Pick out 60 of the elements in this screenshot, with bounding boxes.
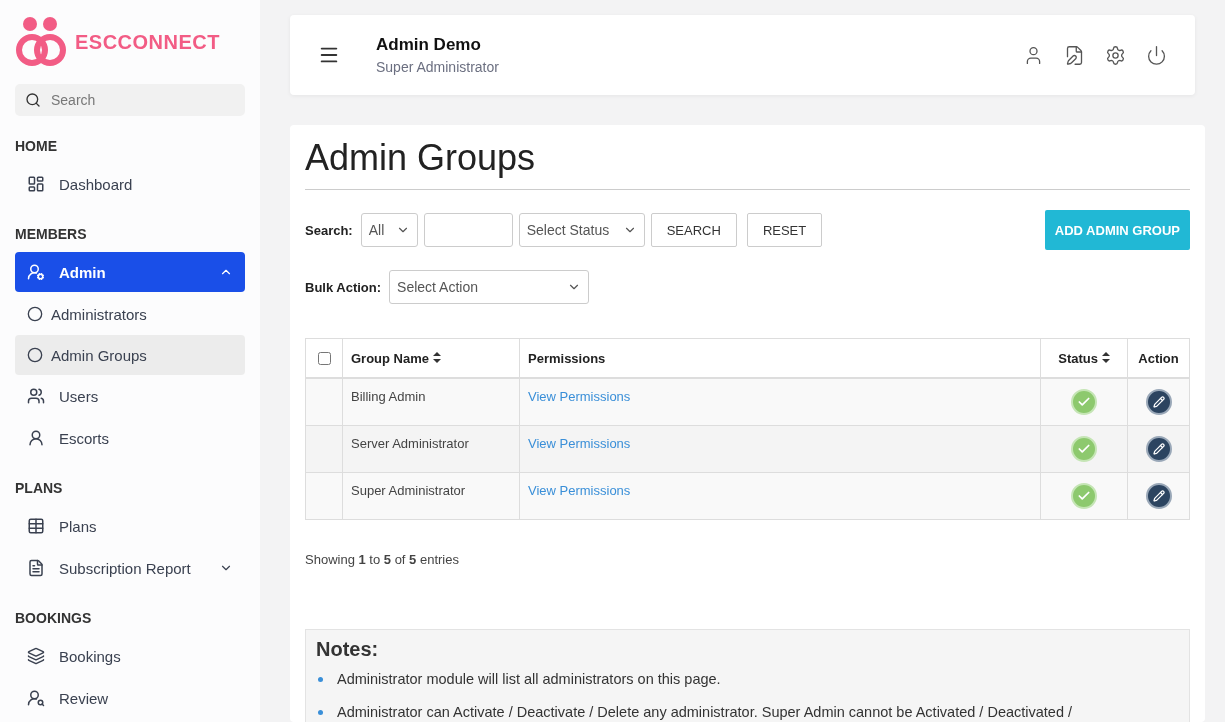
sort-icon[interactable] [1101,351,1110,363]
sidebar-item[interactable]: Admin [15,252,245,292]
table-cell: Server Administrator [342,425,520,473]
check-icon[interactable] [1071,389,1097,415]
layers-icon [27,647,45,665]
edit-icon[interactable] [1145,436,1172,462]
reset-button[interactable]: RESET [746,213,823,247]
search-input[interactable]: Search [49,91,235,109]
sort-icon[interactable] [432,351,441,363]
sidebar-item[interactable]: Review [15,678,245,718]
circle-icon [27,306,43,322]
search-field[interactable]: Search [15,84,245,116]
user-gear-icon [27,263,45,281]
table-icon [27,517,45,535]
note-text: Administrator module will list all administrators on this page. [337,671,721,687]
bullet-icon [318,676,323,682]
field-select[interactable]: All [360,213,418,247]
section-heading: PLANS [15,480,64,496]
sidebar-item[interactable]: Users [15,376,245,416]
bulk-action-select[interactable]: Select Action [389,270,590,304]
logo-icon [15,16,69,68]
logo-text: ESCCONNECT [75,30,220,54]
edit-document-icon[interactable] [1064,44,1085,66]
check-icon[interactable] [1071,436,1097,462]
sidebar-item[interactable]: Bookings [15,636,245,676]
check-icon[interactable] [1071,483,1097,509]
search-icon [25,92,41,108]
sidebar-subitem[interactable]: Admin Groups [15,335,245,375]
circle-icon [27,347,43,363]
page-title: Admin Groups [305,137,1190,190]
bulk-action-label: Bulk Action: [305,279,382,295]
sidebar-subitem[interactable]: Administrators [15,294,245,334]
section-heading: BOOKINGS [15,610,93,626]
edit-icon[interactable] [1145,389,1172,415]
table-cell: Super Administrator [342,472,520,520]
user-icon [27,429,45,447]
notes-title: Notes: [316,638,380,661]
users-icon [27,387,45,405]
document-icon [27,559,45,577]
sidebar-item[interactable]: Plans [15,506,245,546]
user-name: Admin Demo [376,35,482,55]
search-label: Search: [305,222,353,238]
search-input[interactable] [423,213,513,247]
sidebar-item[interactable]: Escorts [15,418,245,458]
sidebar-item[interactable]: Subscription Report [15,548,245,588]
bullet-icon [318,709,323,715]
table-cell: Billing Admin [342,378,520,426]
note-text: Administrator can Activate / Deactivate / Delete any administrator. Super Admin cannot be Activated / Deactivated / [337,704,1073,720]
dashboard-icon [27,175,45,193]
edit-icon[interactable] [1145,483,1172,509]
search-button[interactable]: SEARCH [650,213,737,247]
power-icon[interactable] [1146,44,1167,66]
section-heading: MEMBERS [15,226,88,242]
entries-summary: Showing 1 to 5 of 5 entries [305,552,460,567]
settings-icon[interactable] [1105,44,1126,66]
sidebar-item[interactable]: Dashboard [15,164,245,204]
select-all-checkbox[interactable] [318,351,331,365]
status-select[interactable]: Select Status [518,213,645,247]
user-role: Super Administrator [376,59,500,75]
section-heading: HOME [15,138,58,154]
